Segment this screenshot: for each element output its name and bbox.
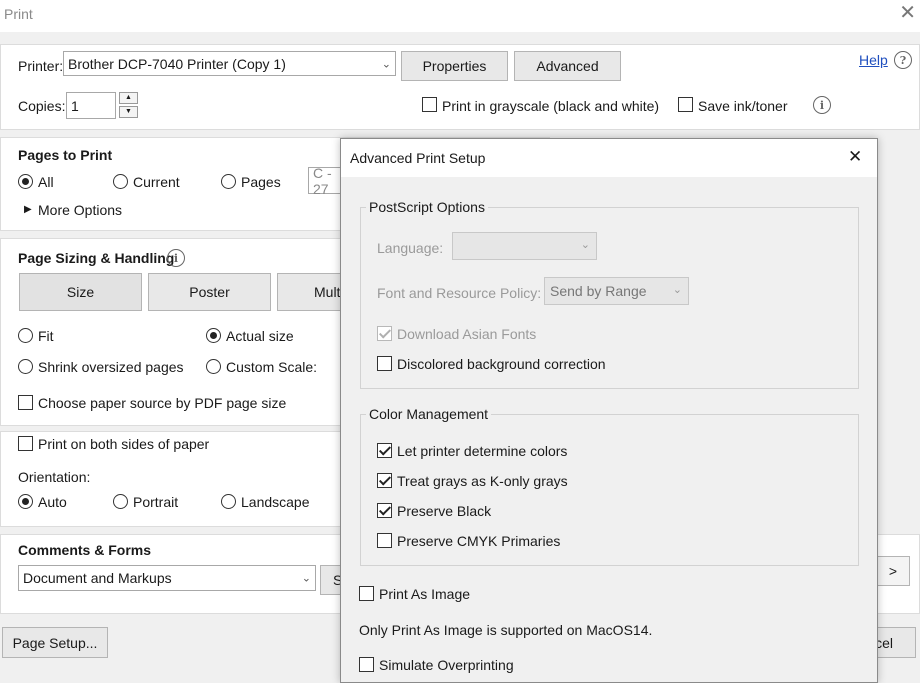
let-printer-determine-label: Let printer determine colors [397, 443, 568, 459]
stepper-up-icon[interactable]: ▲ [119, 92, 138, 104]
expand-triangle-icon[interactable]: ▶ [24, 204, 32, 215]
custom-scale-label: Custom Scale: [226, 359, 318, 375]
landscape-radio[interactable] [221, 494, 236, 509]
pages-radio[interactable] [221, 174, 236, 189]
copies-input[interactable]: 1 [66, 92, 116, 119]
download-asian-fonts-checkbox[interactable] [377, 326, 392, 341]
portrait-radio[interactable] [113, 494, 128, 509]
title-bar: Print ✕ [0, 0, 920, 32]
preserve-cmyk-label: Preserve CMYK Primaries [397, 533, 561, 549]
postscript-options-legend: PostScript Options [366, 199, 488, 215]
close-icon[interactable]: ✕ [899, 2, 916, 24]
help-link[interactable]: Help [859, 52, 888, 68]
current-label: Current [133, 174, 180, 190]
advanced-print-setup-dialog: Advanced Print Setup ✕ PostScript Option… [340, 138, 878, 683]
dialog-title-bar: Advanced Print Setup ✕ [341, 139, 877, 177]
help-icon[interactable]: ? [894, 51, 912, 69]
color-management-legend: Color Management [366, 406, 492, 422]
shrink-label: Shrink oversized pages [38, 359, 184, 375]
actual-size-radio[interactable] [206, 328, 221, 343]
page-setup-button[interactable]: Page Setup... [2, 627, 108, 658]
print-as-image-label: Print As Image [379, 586, 471, 602]
all-label: All [38, 174, 54, 190]
chevron-down-icon: ⌄ [301, 572, 311, 585]
fit-label: Fit [38, 328, 54, 344]
auto-radio[interactable] [18, 494, 33, 509]
fit-radio[interactable] [18, 328, 33, 343]
save-ink-label: Save ink/toner [698, 98, 788, 114]
orientation-label: Orientation: [18, 469, 91, 485]
actual-size-label: Actual size [226, 328, 294, 344]
discolored-correction-checkbox[interactable] [377, 356, 392, 371]
copies-label: Copies: [18, 98, 66, 114]
language-label: Language: [377, 240, 444, 256]
treat-grays-label: Treat grays as K-only grays [397, 473, 568, 489]
all-radio[interactable] [18, 174, 33, 189]
printer-select[interactable]: Brother DCP-7040 Printer (Copy 1) ⌄ [63, 51, 396, 76]
both-sides-label: Print on both sides of paper [38, 436, 210, 452]
copies-value: 1 [71, 97, 79, 114]
dialog-title: Advanced Print Setup [350, 150, 486, 166]
comments-value: Document and Markups [23, 570, 172, 586]
more-options-label[interactable]: More Options [38, 202, 122, 218]
preserve-black-checkbox[interactable] [377, 503, 392, 518]
preserve-cmyk-checkbox[interactable] [377, 533, 392, 548]
chevron-down-icon: ⌄ [672, 284, 682, 296]
font-policy-select[interactable]: Send by Range ⌄ [544, 277, 689, 305]
save-ink-checkbox[interactable] [678, 97, 693, 112]
copies-stepper[interactable]: ▲ ▼ [119, 92, 138, 118]
window-title: Print [4, 6, 33, 22]
paper-source-label: Choose paper source by PDF page size [38, 395, 287, 411]
paper-source-checkbox[interactable] [18, 395, 33, 410]
tab-poster[interactable]: Poster [148, 273, 271, 311]
shrink-radio[interactable] [18, 359, 33, 374]
download-asian-fonts-label: Download Asian Fonts [397, 326, 537, 342]
tab-size[interactable]: Size [19, 273, 142, 311]
chevron-down-icon: ⌄ [580, 239, 590, 251]
let-printer-determine-checkbox[interactable] [377, 443, 392, 458]
language-select[interactable]: ⌄ [452, 232, 597, 260]
printer-value: Brother DCP-7040 Printer (Copy 1) [68, 55, 286, 72]
landscape-label: Landscape [241, 494, 310, 510]
advanced-button[interactable]: Advanced [514, 51, 621, 81]
preserve-black-label: Preserve Black [397, 503, 492, 519]
font-policy-value: Send by Range [550, 283, 647, 299]
discolored-correction-label: Discolored background correction [397, 356, 606, 372]
pages-label: Pages [241, 174, 281, 190]
grayscale-label: Print in grayscale (black and white) [442, 98, 660, 114]
printer-label: Printer: [18, 58, 64, 74]
print-as-image-checkbox[interactable] [359, 586, 374, 601]
simulate-overprinting-label: Simulate Overprinting [379, 657, 514, 673]
next-page-button[interactable]: > [876, 556, 910, 586]
comments-select[interactable]: Document and Markups ⌄ [18, 565, 316, 591]
treat-grays-checkbox[interactable] [377, 473, 392, 488]
comments-title: Comments & Forms [18, 542, 152, 558]
stepper-down-icon[interactable]: ▼ [119, 106, 138, 118]
info-icon[interactable]: i [813, 96, 831, 114]
pages-to-print-title: Pages to Print [18, 147, 113, 163]
auto-label: Auto [38, 494, 67, 510]
current-radio[interactable] [113, 174, 128, 189]
info-icon[interactable]: i [167, 249, 185, 267]
portrait-label: Portrait [133, 494, 179, 510]
grayscale-checkbox[interactable] [422, 97, 437, 112]
simulate-overprinting-checkbox[interactable] [359, 657, 374, 672]
custom-scale-radio[interactable] [206, 359, 221, 374]
both-sides-checkbox[interactable] [18, 436, 33, 451]
properties-button[interactable]: Properties [401, 51, 508, 81]
page-sizing-title: Page Sizing & Handling [18, 250, 175, 266]
close-icon[interactable]: ✕ [848, 147, 862, 167]
chevron-down-icon: ⌄ [381, 58, 391, 70]
macos-note: Only Print As Image is supported on MacO… [359, 622, 653, 638]
font-policy-label: Font and Resource Policy: [377, 285, 542, 301]
